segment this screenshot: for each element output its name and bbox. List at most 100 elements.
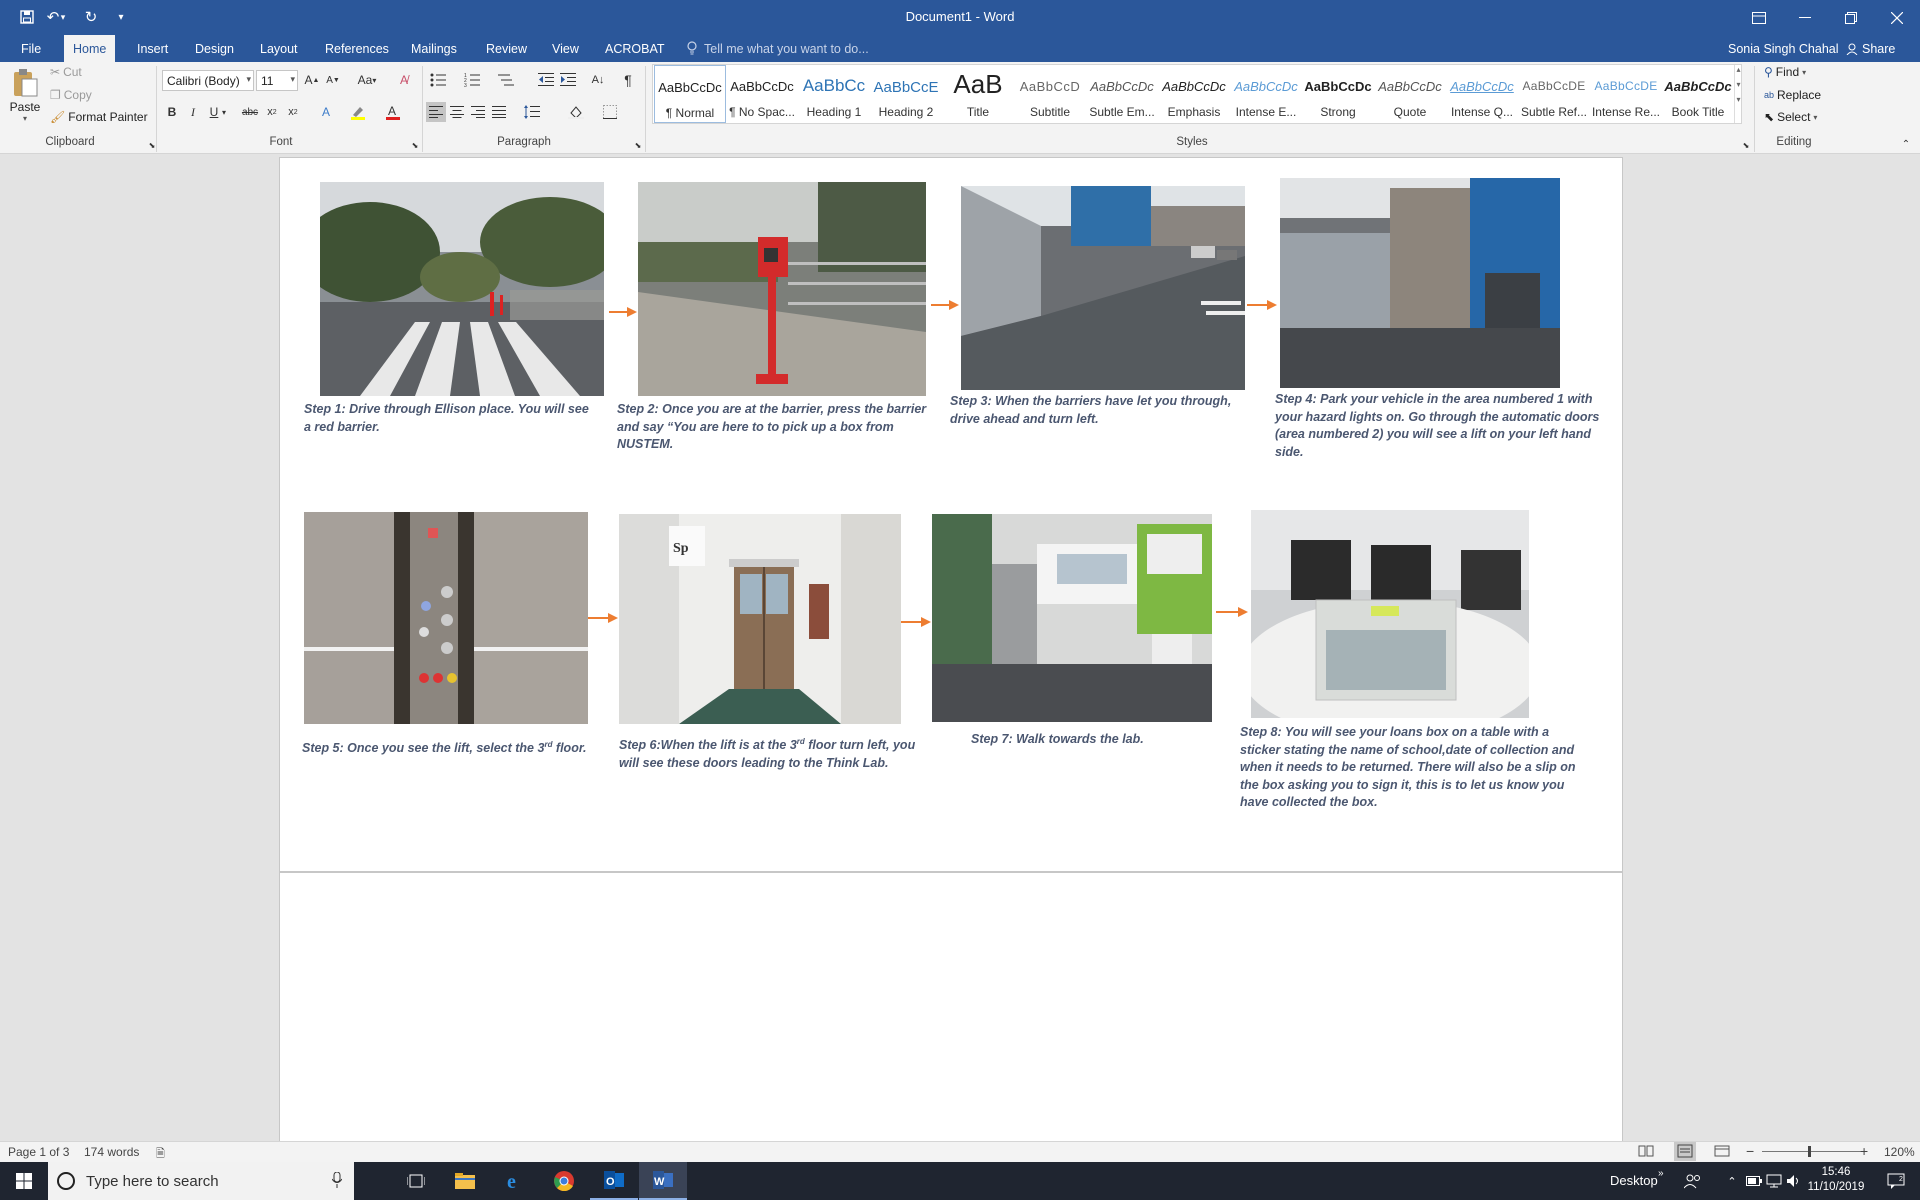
network-icon[interactable] xyxy=(1764,1162,1784,1200)
close-icon[interactable] xyxy=(1874,0,1920,35)
cut-button[interactable]: ✂ Cut xyxy=(50,65,82,79)
clear-formatting-icon[interactable]: A̸ xyxy=(394,70,414,90)
borders-icon[interactable] xyxy=(600,102,620,122)
step-8-caption[interactable]: Step 8: You will see your loans box on a… xyxy=(1240,724,1590,812)
numbering-icon[interactable]: 123 xyxy=(462,70,482,90)
microphone-icon[interactable] xyxy=(332,1172,342,1188)
task-view-icon[interactable] xyxy=(392,1162,440,1200)
style-emphasis[interactable]: AaBbCcDc Emphasis xyxy=(1158,65,1230,123)
style-strong[interactable]: AaBbCcDc Strong xyxy=(1302,65,1374,123)
battery-icon[interactable] xyxy=(1744,1162,1764,1200)
italic-icon[interactable]: I xyxy=(183,102,203,122)
tab-layout[interactable]: Layout xyxy=(251,35,307,62)
taskbar-search[interactable]: Type here to search xyxy=(48,1162,354,1200)
clock[interactable]: 15:46 11/10/2019 xyxy=(1806,1165,1866,1195)
sort-icon[interactable]: A↓ xyxy=(588,70,608,90)
find-button[interactable]: ⚲ Find ▾ xyxy=(1764,65,1806,79)
style-subtitle[interactable]: AaBbCcD Subtitle xyxy=(1014,65,1086,123)
word-icon[interactable]: W xyxy=(639,1162,687,1200)
tab-insert[interactable]: Insert xyxy=(128,35,177,62)
clipboard-launcher-icon[interactable]: ⬊ xyxy=(142,135,162,155)
share-button[interactable]: Share xyxy=(1846,35,1895,62)
font-color-icon[interactable]: A xyxy=(383,102,403,122)
style-normal[interactable]: AaBbCcDc ¶ Normal xyxy=(654,65,726,123)
zoom-in-icon[interactable]: + xyxy=(1860,1143,1868,1159)
step-4-caption[interactable]: Step 4: Park your vehicle in the area nu… xyxy=(1275,391,1605,461)
style-intense-reference[interactable]: AaBbCcDE Intense Re... xyxy=(1590,65,1662,123)
page-count[interactable]: Page 1 of 3 xyxy=(8,1145,69,1159)
bullets-icon[interactable] xyxy=(428,70,448,90)
style-intense-quote[interactable]: AaBbCcDc Intense Q... xyxy=(1446,65,1518,123)
zoom-slider[interactable] xyxy=(1762,1151,1862,1152)
paste-button[interactable]: Paste ▾ xyxy=(8,68,42,128)
style-book-title[interactable]: AaBbCcDc Book Title xyxy=(1662,65,1734,123)
style-quote[interactable]: AaBbCcDc Quote xyxy=(1374,65,1446,123)
increase-indent-icon[interactable] xyxy=(558,70,578,90)
style-intense-emphasis[interactable]: AaBbCcDc Intense E... xyxy=(1230,65,1302,123)
restore-icon[interactable] xyxy=(1828,0,1874,35)
tab-design[interactable]: Design xyxy=(186,35,243,62)
tell-me-input[interactable]: Tell me what you want to do... xyxy=(704,35,869,62)
file-explorer-icon[interactable] xyxy=(441,1162,489,1200)
styles-up-icon[interactable]: ▴ xyxy=(1735,65,1742,74)
show-hidden-icons-icon[interactable]: ⌃ xyxy=(1722,1162,1742,1200)
tab-acrobat[interactable]: ACROBAT xyxy=(596,35,674,62)
justify-icon[interactable] xyxy=(489,102,509,122)
step-3-caption[interactable]: Step 3: When the barriers have let you t… xyxy=(950,393,1250,428)
outlook-icon[interactable]: O xyxy=(590,1162,638,1200)
desktop-label[interactable]: Desktop xyxy=(1610,1173,1658,1188)
zoom-slider-thumb[interactable] xyxy=(1808,1146,1811,1157)
strikethrough-icon[interactable]: abc xyxy=(240,102,260,122)
collapse-ribbon-icon[interactable]: ⌃ xyxy=(1896,134,1916,154)
print-layout-icon[interactable] xyxy=(1674,1142,1696,1161)
subscript-icon[interactable]: x2 xyxy=(262,102,282,122)
font-size-combo[interactable]: 11 ▾ xyxy=(256,70,298,91)
decrease-indent-icon[interactable] xyxy=(536,70,556,90)
read-mode-icon[interactable] xyxy=(1638,1144,1654,1158)
volume-icon[interactable] xyxy=(1784,1162,1804,1200)
tab-file[interactable]: File xyxy=(12,35,50,62)
copy-button[interactable]: ❐ Copy xyxy=(50,88,92,102)
tab-references[interactable]: References xyxy=(316,35,398,62)
edge-browser-icon[interactable]: e xyxy=(491,1162,539,1200)
web-layout-icon[interactable] xyxy=(1714,1144,1730,1158)
style-subtle-reference[interactable]: AaBbCcDE Subtle Ref... xyxy=(1518,65,1590,123)
font-name-combo[interactable]: Calibri (Body) ▾ xyxy=(162,70,254,91)
underline-dropdown-icon[interactable]: ▾ xyxy=(219,102,229,122)
style-heading-2[interactable]: AaBbCcE Heading 2 xyxy=(870,65,942,123)
user-name[interactable]: Sonia Singh Chahal xyxy=(1728,35,1839,62)
style-no-spacing[interactable]: AaBbCcDc ¶ No Spac... xyxy=(726,65,798,123)
zoom-level[interactable]: 120% xyxy=(1884,1145,1915,1159)
bold-icon[interactable]: B xyxy=(162,102,182,122)
styles-scroll[interactable]: ▴ ▾ ▾ xyxy=(1734,65,1742,123)
align-right-icon[interactable] xyxy=(468,102,488,122)
word-count[interactable]: 174 words xyxy=(84,1145,139,1159)
styles-launcher-icon[interactable]: ⬊ xyxy=(1736,135,1756,155)
page-2[interactable] xyxy=(279,872,1623,1141)
people-icon[interactable] xyxy=(1676,1162,1710,1200)
windows-start-icon[interactable] xyxy=(0,1162,48,1200)
desktop-toolbar-chevron-icon[interactable]: » xyxy=(1658,1168,1664,1179)
highlight-icon[interactable] xyxy=(348,102,368,122)
page-1[interactable]: Step 1: Drive through Ellison place. You… xyxy=(279,157,1623,872)
step-5-caption[interactable]: Step 5: Once you see the lift, select th… xyxy=(302,736,602,758)
step-7-caption[interactable]: Step 7: Walk towards the lab. xyxy=(971,731,1211,749)
styles-down-icon[interactable]: ▾ xyxy=(1735,80,1742,89)
multilevel-list-icon[interactable] xyxy=(496,70,516,90)
select-button[interactable]: ⬉ Select ▾ xyxy=(1764,110,1817,124)
chrome-icon[interactable] xyxy=(540,1162,588,1200)
tab-review[interactable]: Review xyxy=(477,35,536,62)
align-center-icon[interactable] xyxy=(447,102,467,122)
zoom-out-icon[interactable]: − xyxy=(1746,1143,1754,1159)
grow-font-icon[interactable]: A ▲ xyxy=(302,70,322,90)
step-2-caption[interactable]: Step 2: Once you are at the barrier, pre… xyxy=(617,401,935,454)
shading-icon[interactable] xyxy=(566,102,586,122)
shrink-font-icon[interactable]: A ▼ xyxy=(323,70,343,90)
text-effects-icon[interactable]: A xyxy=(316,102,336,122)
tab-home[interactable]: Home xyxy=(64,35,116,62)
ribbon-display-icon[interactable] xyxy=(1736,0,1782,35)
change-case-button[interactable]: Aa ▾ xyxy=(352,70,382,90)
show-formatting-icon[interactable]: ¶ xyxy=(618,70,638,90)
tab-mailings[interactable]: Mailings xyxy=(402,35,466,62)
superscript-icon[interactable]: x2 xyxy=(283,102,303,122)
